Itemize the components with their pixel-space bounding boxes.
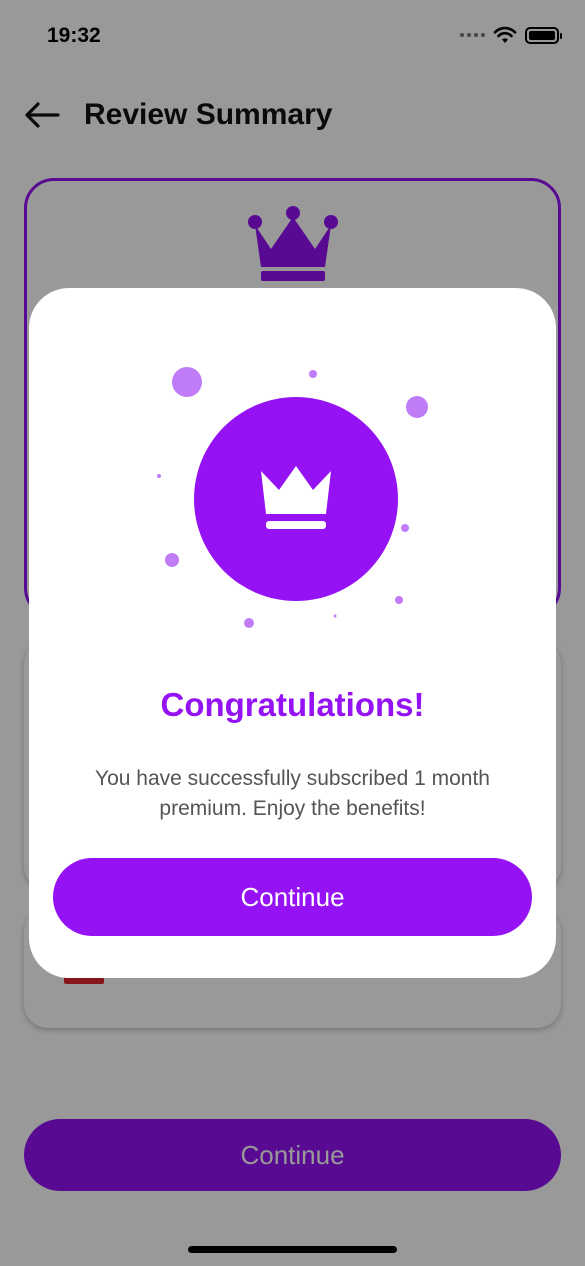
dialog-message: You have successfully subscribed 1 month… (95, 767, 490, 820)
success-illustration (157, 367, 428, 628)
dialog-title: Congratulations! (160, 686, 425, 723)
success-dialog: Congratulations! You have successfully s… (29, 288, 556, 978)
continue-button[interactable]: Continue (53, 858, 532, 936)
